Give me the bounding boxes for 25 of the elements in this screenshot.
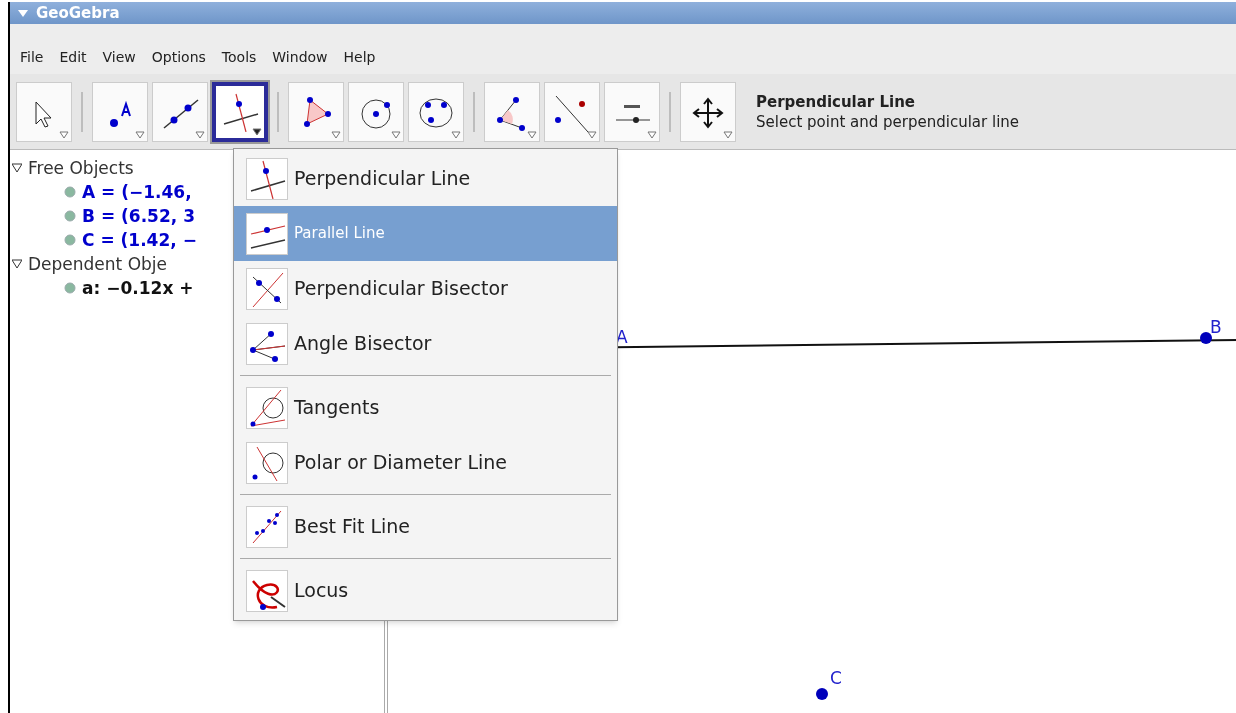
menu-item[interactable]: Polar or Diameter Line — [234, 435, 617, 490]
menu-item[interactable]: Best Fit Line — [234, 499, 617, 554]
object-text[interactable]: A = (−1.46, — [82, 180, 192, 204]
menu-item[interactable]: Options — [145, 47, 212, 68]
menu-item[interactable]: Edit — [53, 47, 93, 68]
title-bar: GeoGebra — [10, 2, 1236, 24]
menu-item[interactable]: Tools — [215, 47, 263, 68]
menu-item[interactable]: Locus — [234, 563, 617, 618]
object-text[interactable]: C = (1.42, − — [82, 228, 197, 252]
menu-item[interactable]: Tangents — [234, 380, 617, 435]
object-text[interactable]: B = (6.52, 3 — [82, 204, 195, 228]
tool-name: Perpendicular Line — [756, 91, 917, 112]
group-label[interactable]: Dependent Obje — [28, 252, 168, 276]
menu-item[interactable]: Perpendicular Line — [234, 151, 617, 206]
group-label[interactable]: Free Objects — [28, 156, 134, 180]
menu-item[interactable]: Window — [266, 47, 334, 68]
point-label: B — [1210, 316, 1222, 339]
tool-help: Select point and perpendicular line — [756, 111, 1020, 132]
object-text[interactable]: a: −0.12x + — [82, 276, 194, 300]
menu-item[interactable]: Angle Bisector — [234, 316, 617, 371]
menu-item[interactable]: View — [96, 47, 142, 68]
menu-item[interactable]: Help — [337, 47, 382, 68]
point-label: C — [830, 667, 842, 690]
menu-item[interactable]: File — [14, 47, 50, 68]
menu-item[interactable]: Perpendicular Bisector — [234, 261, 617, 316]
